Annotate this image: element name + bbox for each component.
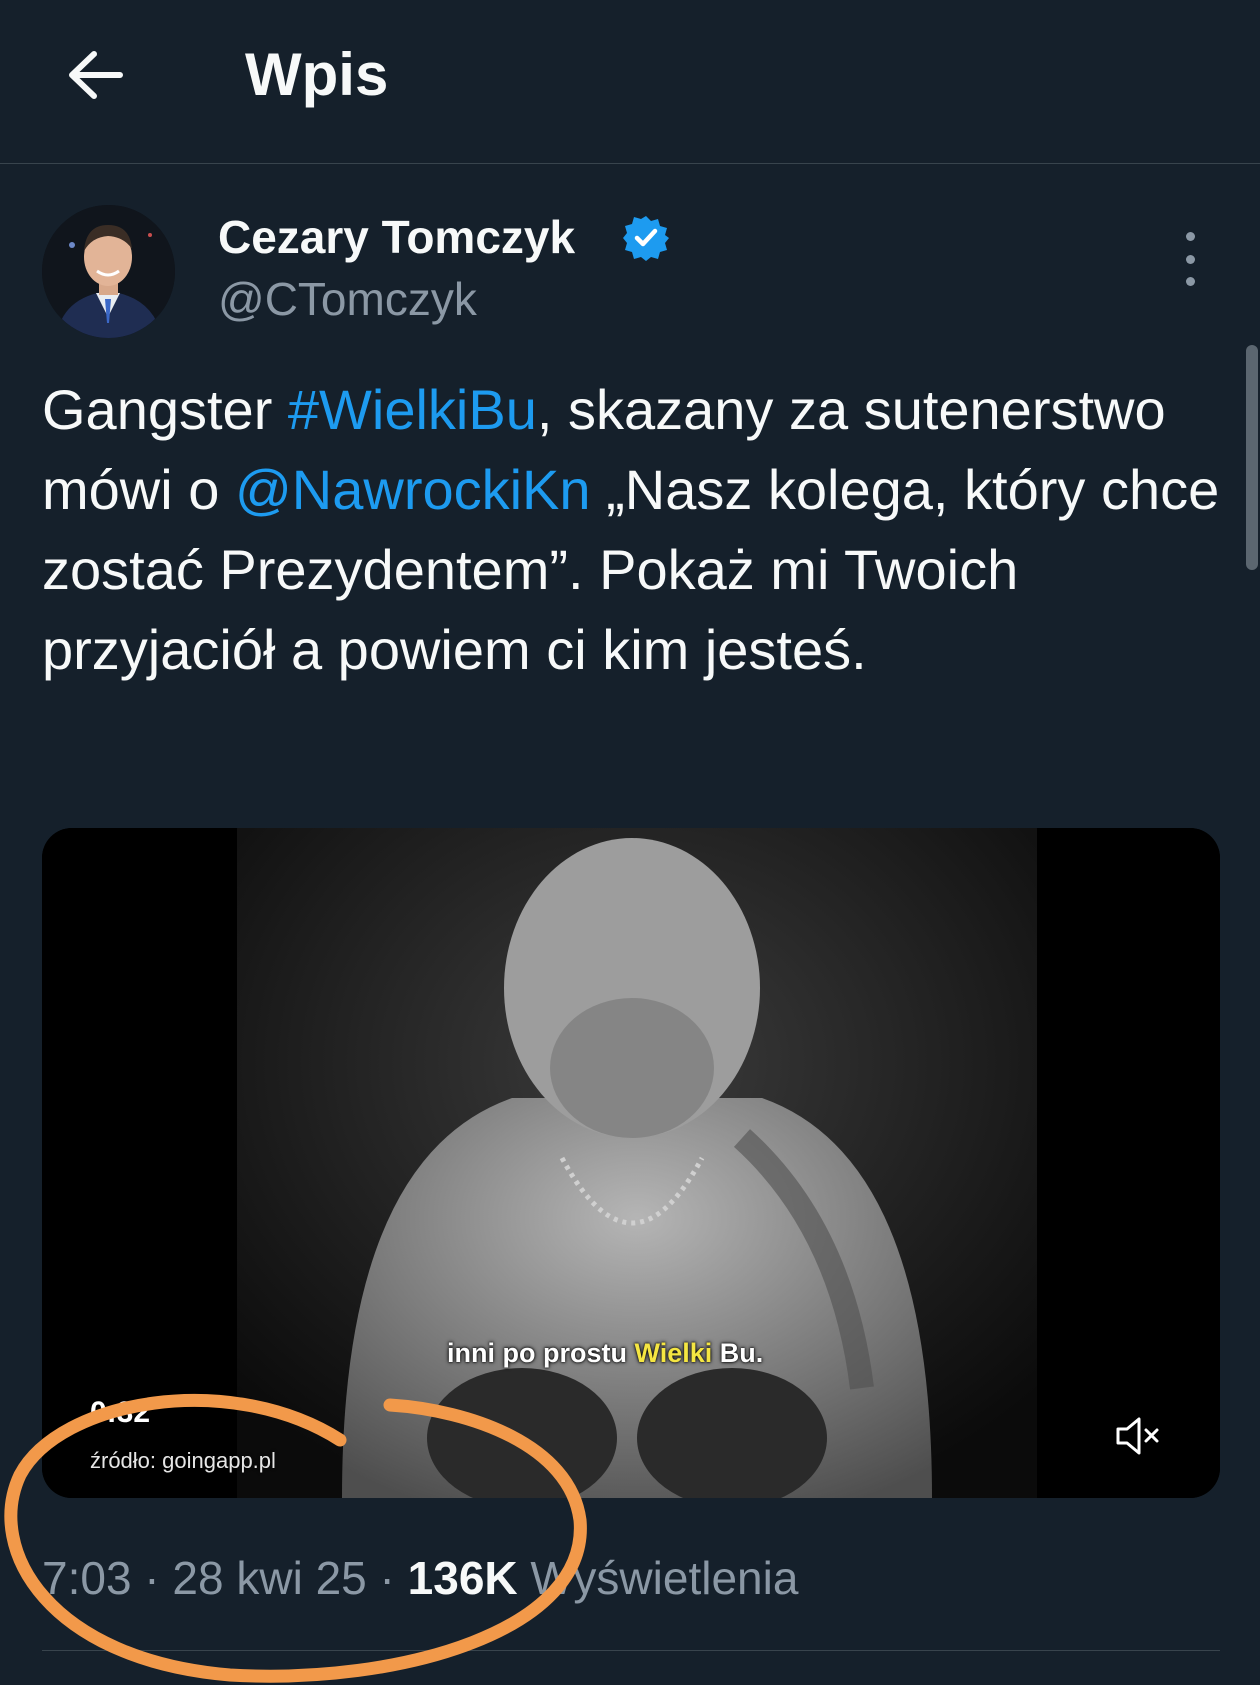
- hashtag-link[interactable]: #WielkiBu: [288, 378, 537, 441]
- mention-link[interactable]: @NawrockiKn: [235, 458, 591, 521]
- back-button[interactable]: [60, 40, 130, 110]
- video-frame: [42, 828, 1220, 1498]
- video-subtitle: inni po prostu Wielki Bu.: [447, 1338, 763, 1369]
- page-title: Wpis: [245, 41, 389, 108]
- tweet-date[interactable]: 28 kwi 25: [172, 1552, 366, 1604]
- more-options-button[interactable]: [1172, 232, 1208, 286]
- more-dot-icon: [1185, 254, 1195, 264]
- video-player[interactable]: inni po prostu Wielki Bu. 0:32 źródło: g…: [42, 828, 1220, 1498]
- tweet-time[interactable]: 7:03: [42, 1552, 132, 1604]
- separator: ·: [131, 1552, 173, 1604]
- scrollbar[interactable]: [1246, 345, 1258, 570]
- author-handle[interactable]: @CTomczyk: [218, 272, 477, 326]
- more-dot-icon: [1185, 232, 1195, 241]
- subtitle-highlight: Wielki: [634, 1338, 713, 1368]
- video-timer: 0:32: [90, 1396, 151, 1429]
- arrow-left-icon: [69, 51, 123, 99]
- video-source-watermark: źródło: goingapp.pl: [90, 1448, 276, 1473]
- separator: ·: [366, 1552, 408, 1604]
- subtitle-text: Bu.: [712, 1338, 764, 1368]
- top-bar: Wpis: [0, 0, 1260, 164]
- tweet-meta: 7:03 · 28 kwi 25 · 136K Wyświetlenia: [42, 1548, 798, 1608]
- views-count[interactable]: 136K: [408, 1552, 518, 1604]
- divider: [42, 1650, 1220, 1651]
- author-name[interactable]: Cezary Tomczyk: [218, 210, 575, 264]
- more-dot-icon: [1185, 277, 1195, 286]
- tweet-text-part: Gangster: [42, 378, 288, 441]
- views-label[interactable]: Wyświetlenia: [518, 1552, 798, 1604]
- tweet-text: Gangster #WielkiBu, skazany za sutenerst…: [42, 370, 1227, 690]
- volume-muted-icon[interactable]: [1112, 1410, 1164, 1462]
- verified-badge-icon: [623, 216, 669, 261]
- avatar[interactable]: [42, 205, 175, 338]
- subtitle-text: inni po prostu: [447, 1338, 635, 1368]
